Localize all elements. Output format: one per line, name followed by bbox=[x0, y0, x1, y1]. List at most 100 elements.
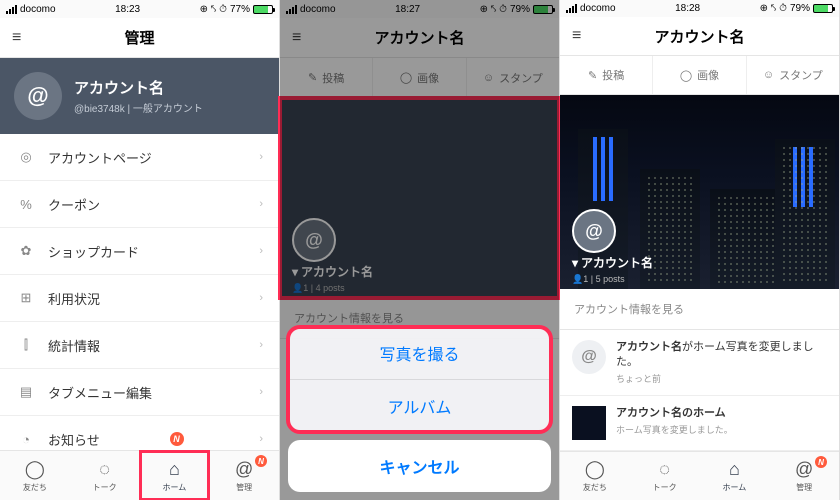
profile-banner[interactable]: @ アカウント名 @bie3748k | 一般アカウント bbox=[0, 58, 279, 134]
tab-label: 管理 bbox=[796, 482, 812, 493]
tab-manage[interactable]: @N管理 bbox=[209, 451, 279, 500]
tab-label: ホーム bbox=[162, 482, 186, 493]
post-toolbar: ✎ 投稿 ◯ 画像 ☺ スタンプ bbox=[560, 56, 839, 95]
hamburger-icon[interactable]: ≡ bbox=[12, 29, 21, 47]
menu-label: ショップカード bbox=[48, 242, 139, 261]
tab-home[interactable]: ⌂ ホーム bbox=[700, 452, 770, 500]
tab-label: 投稿 bbox=[602, 67, 624, 83]
header: ≡ アカウント名 bbox=[560, 17, 839, 56]
tab-label: 画像 bbox=[697, 67, 719, 83]
action-sheet: 写真を撮る アルバム キャンセル bbox=[288, 327, 551, 492]
at-circle-icon: ◎ bbox=[16, 147, 36, 167]
carrier: docomo bbox=[580, 3, 616, 14]
chat-icon: ◌ bbox=[659, 459, 670, 480]
tab-label: 友だち bbox=[583, 482, 607, 493]
new-badge: N bbox=[255, 455, 267, 467]
tab-bar: ◯ 友だち ◌ トーク ⌂ ホーム @N 管理 bbox=[560, 451, 839, 500]
menu-coupon[interactable]: %クーポン› bbox=[0, 181, 279, 228]
hamburger-icon[interactable]: ≡ bbox=[572, 27, 581, 45]
page-title: 管理 bbox=[124, 27, 154, 48]
tab-label: ホーム bbox=[722, 482, 746, 493]
battery-pct: 79% bbox=[790, 3, 810, 14]
battery-icon bbox=[253, 5, 273, 14]
avatar: @ bbox=[572, 209, 616, 253]
home-icon: ⌂ bbox=[729, 459, 740, 480]
tab-talk[interactable]: ◌トーク bbox=[70, 451, 140, 500]
clock: 18:28 bbox=[675, 3, 700, 14]
menu-account-page[interactable]: ◎アカウントページ› bbox=[0, 134, 279, 181]
account-name: アカウント名 bbox=[74, 77, 203, 98]
battery-icon bbox=[813, 4, 833, 13]
new-badge: N bbox=[170, 432, 184, 446]
feed-timestamp: ちょっと前 bbox=[616, 373, 827, 386]
menu-label: タブメニュー編集 bbox=[48, 383, 152, 402]
tab-image[interactable]: ◯ 画像 bbox=[653, 56, 746, 94]
edit-icon: ✎ bbox=[588, 69, 597, 82]
tab-manage[interactable]: @N 管理 bbox=[769, 452, 839, 500]
list-icon: ▤ bbox=[16, 382, 36, 402]
tab-post[interactable]: ✎ 投稿 bbox=[560, 56, 653, 94]
carrier: docomo bbox=[20, 4, 56, 15]
tab-friends[interactable]: ◯ 友だち bbox=[560, 452, 630, 500]
cancel-button[interactable]: キャンセル bbox=[288, 440, 551, 492]
menu-label: アカウントページ bbox=[48, 148, 152, 167]
cover-stats: 👤1 | 5 posts bbox=[572, 274, 625, 285]
menu-usage[interactable]: ⊞利用状況› bbox=[0, 275, 279, 322]
tab-label: 管理 bbox=[236, 482, 252, 493]
tab-friends[interactable]: ◯ 友だち bbox=[0, 451, 70, 500]
status-bar: docomo 18:23 ⊕ ⤣ ⏱77% bbox=[0, 0, 279, 18]
header: ≡ 管理 bbox=[0, 18, 279, 58]
feed-item[interactable]: @ アカウント名がホーム写真を変更しました。ちょっと前 bbox=[560, 330, 839, 396]
screen-home: docomo 18:28 ⊕ ⤣ ⏱79% ≡ アカウント名 ✎ 投稿 ◯ 画像 ☺… bbox=[560, 0, 840, 500]
alarm-icon: ⊕ ⤣ ⏱ bbox=[200, 4, 227, 15]
avatar: @ bbox=[14, 72, 62, 120]
take-photo-button[interactable]: 写真を撮る bbox=[288, 327, 551, 380]
menu-label: お知らせ bbox=[48, 430, 100, 449]
status-bar: docomo 18:28 ⊕ ⤣ ⏱79% bbox=[560, 0, 839, 17]
alarm-icon: ⊕ ⤣ ⏱ bbox=[760, 3, 787, 14]
menu-stats[interactable]: ⫿統計情報› bbox=[0, 322, 279, 369]
tab-bar: ◯友だち ◌トーク ⌂ホーム @N管理 bbox=[0, 450, 279, 500]
grid-icon: ⊞ bbox=[16, 288, 36, 308]
action-sheet-options: 写真を撮る アルバム bbox=[288, 327, 551, 432]
cover-image[interactable]: @ ▾アカウント名 👤1 | 5 posts bbox=[560, 95, 839, 289]
bell-icon: ◔ bbox=[16, 429, 36, 449]
cover-account-name: ▾アカウント名 bbox=[572, 254, 653, 271]
menu-notice[interactable]: ◔お知らせN› bbox=[0, 416, 279, 450]
clock: 18:23 bbox=[115, 4, 140, 15]
tab-label: トーク bbox=[653, 482, 677, 493]
avatar-icon: @ bbox=[572, 340, 606, 374]
home-icon: ⌂ bbox=[169, 459, 180, 480]
chart-icon: ⫿ bbox=[16, 335, 36, 355]
menu-shopcard[interactable]: ✿ショップカード› bbox=[0, 228, 279, 275]
account-info-link[interactable]: アカウント情報を見る bbox=[560, 289, 839, 330]
tab-home[interactable]: ⌂ ホーム bbox=[140, 451, 210, 500]
star-icon: ✿ bbox=[16, 241, 36, 261]
feed-subtitle: ホーム写真を変更しました。 bbox=[616, 424, 733, 437]
feed-text: アカウント名のホームホーム写真を変更しました。 bbox=[616, 406, 733, 436]
new-badge: N bbox=[815, 456, 827, 468]
person-icon: ◯ bbox=[25, 459, 45, 480]
battery-pct: 77% bbox=[230, 4, 250, 15]
smile-icon: ☺ bbox=[763, 69, 774, 81]
screen-cover-edit: docomo 18:27 ⊕ ⤣ ⏱79% ≡ アカウント名 ✎投稿 ◯画像 ☺… bbox=[280, 0, 560, 500]
menu-tabedit[interactable]: ▤タブメニュー編集› bbox=[0, 369, 279, 416]
tab-label: トーク bbox=[93, 482, 117, 493]
tab-stamp[interactable]: ☺ スタンプ bbox=[747, 56, 839, 94]
thumbnail bbox=[572, 406, 606, 440]
person-icon: ◯ bbox=[585, 459, 605, 480]
menu-label: クーポン bbox=[48, 195, 100, 214]
tab-talk[interactable]: ◌ トーク bbox=[630, 452, 700, 500]
album-button[interactable]: アルバム bbox=[288, 380, 551, 432]
menu-list: ◎アカウントページ› %クーポン› ✿ショップカード› ⊞利用状況› ⫿統計情報… bbox=[0, 134, 279, 450]
menu-label: 利用状況 bbox=[48, 289, 100, 308]
camera-icon: ◯ bbox=[680, 69, 692, 82]
screen-manage: docomo 18:23 ⊕ ⤣ ⏱77% ≡ 管理 @ アカウント名 @bie… bbox=[0, 0, 280, 500]
feed-text: アカウント名がホーム写真を変更しました。ちょっと前 bbox=[616, 340, 827, 385]
tab-label: スタンプ bbox=[779, 67, 823, 83]
tab-label: 友だち bbox=[23, 482, 47, 493]
at-icon: @ bbox=[795, 459, 813, 480]
page-title: アカウント名 bbox=[654, 26, 744, 47]
feed-item[interactable]: アカウント名のホームホーム写真を変更しました。 bbox=[560, 396, 839, 451]
coupon-icon: % bbox=[16, 194, 36, 214]
